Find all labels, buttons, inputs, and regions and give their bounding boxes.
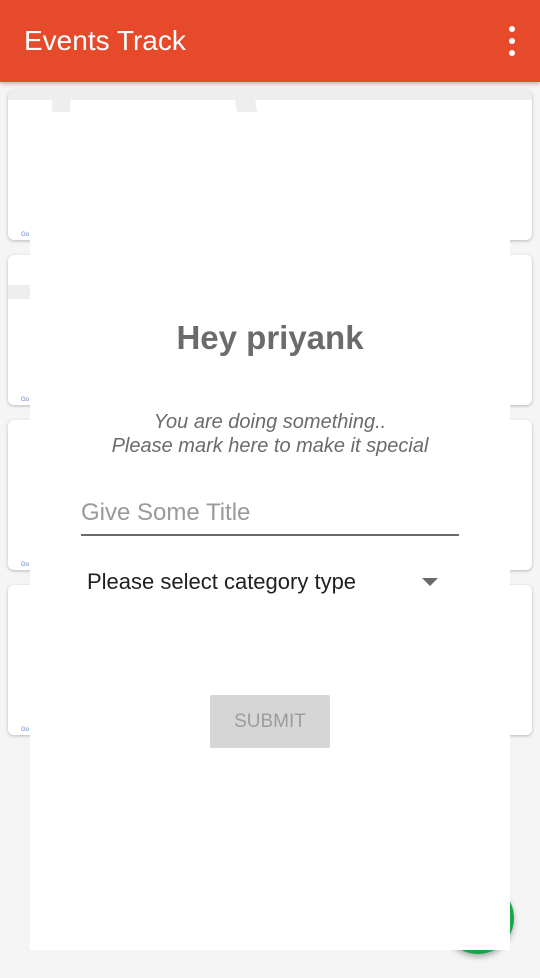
category-dropdown[interactable]: Please select category type (81, 560, 459, 604)
dialog-message-line2: Please mark here to make it special (111, 435, 429, 457)
category-selected-label: Please select category type (87, 569, 357, 594)
dialog-message: You are doing something.. Please mark he… (30, 410, 510, 458)
map-attribution: Go (21, 232, 30, 238)
map-attribution: Go (21, 562, 30, 568)
map-attribution: Go (21, 727, 30, 733)
dialog-greeting: Hey priyank (176, 319, 364, 356)
event-dialog: Hey priyank You are doing something.. Pl… (30, 112, 510, 950)
more-vert-icon[interactable] (506, 26, 518, 56)
app-bar: Events Track (0, 0, 540, 82)
app-title: Events Track (24, 25, 186, 56)
submit-button[interactable]: SUBMIT (210, 695, 330, 748)
event-title-input[interactable] (81, 492, 459, 536)
map-attribution: Go (21, 397, 30, 403)
dropdown-arrow-icon (422, 578, 438, 586)
dialog-message-line1: You are doing something.. (153, 411, 387, 433)
